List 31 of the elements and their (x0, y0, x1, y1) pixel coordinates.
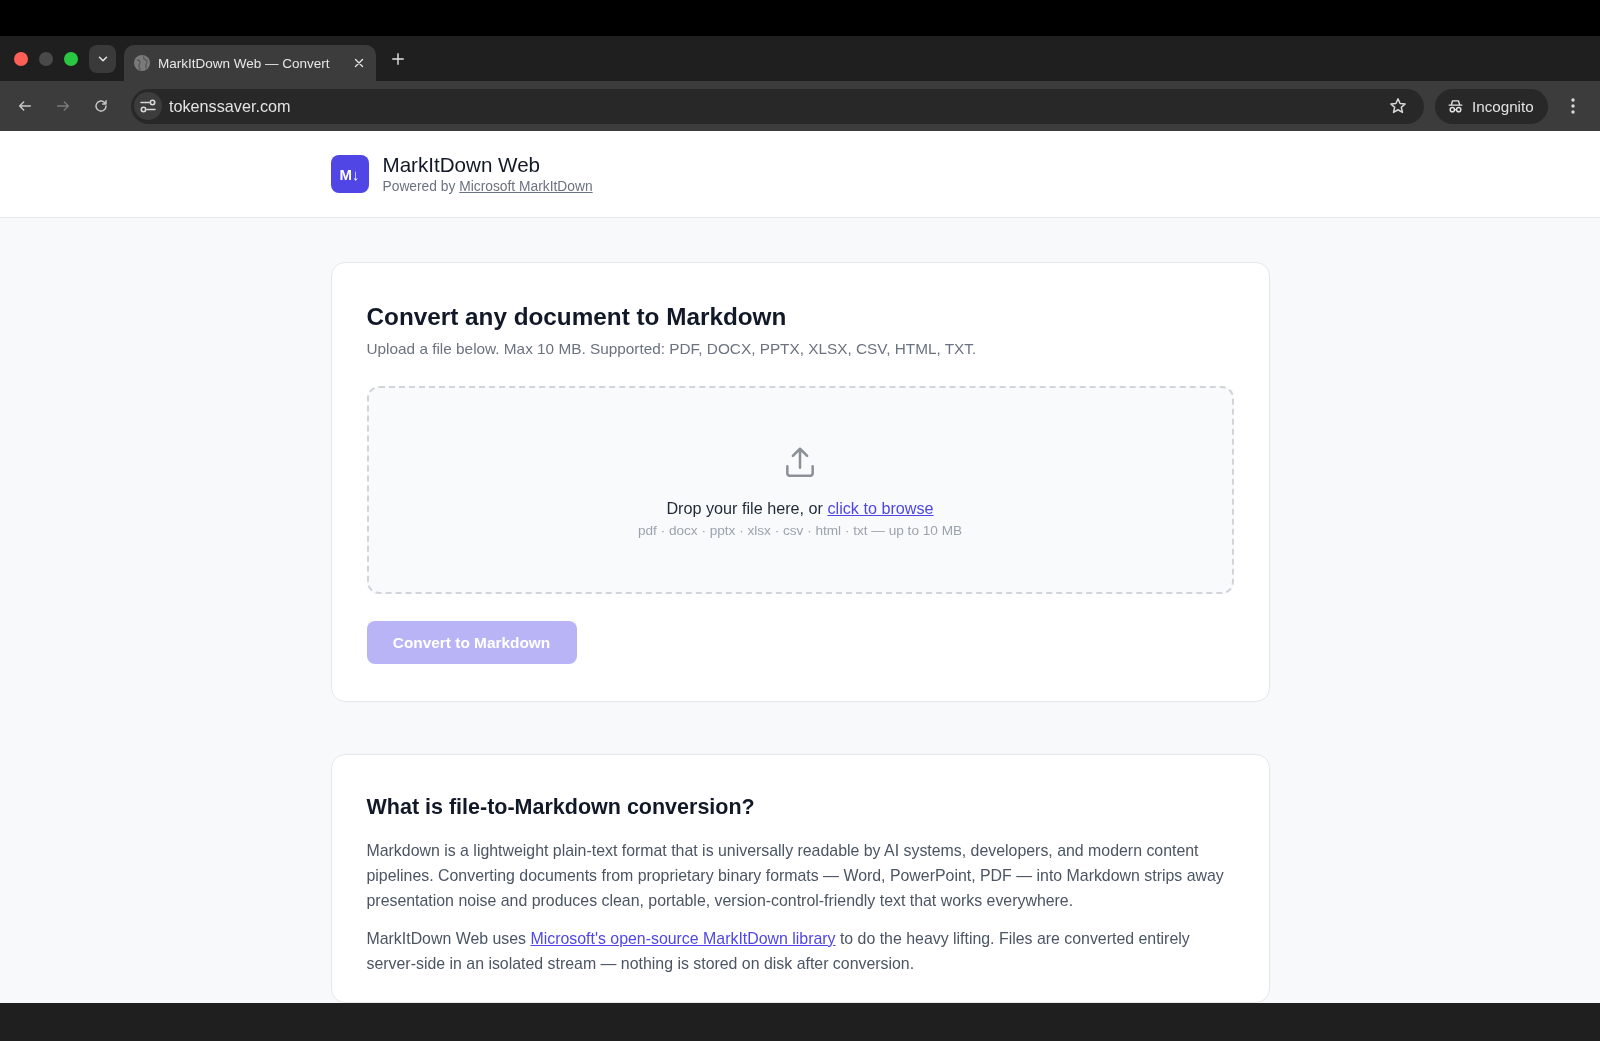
globe-icon (134, 55, 150, 71)
address-bar[interactable]: tokenssaver.com (131, 88, 1424, 124)
card-heading: Convert any document to Markdown (366, 302, 788, 332)
incognito-button[interactable]: Incognito (1435, 88, 1548, 124)
menu-icon[interactable] (1571, 98, 1575, 114)
card-description: Upload a file below. Max 10 MB. Supported: PDF, DOCX, PPTX, XLSX, CSV, HTML, TXT. (366, 339, 978, 359)
star-icon[interactable] (1389, 97, 1407, 115)
browser-tab[interactable]: MarkItDown Web — Convert (124, 45, 376, 81)
section-heading: What is file-to-Markdown conversion? (366, 794, 756, 821)
tab-search-button[interactable] (89, 45, 116, 73)
close-icon[interactable] (352, 56, 366, 70)
powered-by-text: Powered by Microsoft MarkItDown (382, 178, 593, 195)
library-link[interactable]: Microsoft's open-source MarkItDown library (530, 930, 836, 947)
paragraph-text: MarkItDown Web uses Microsoft's open-source MarkItDown library to do the heavy lifting. Files are converted entirely server-side in an isolated stream — nothing is stored on disk after conversion. (366, 929, 1191, 974)
file-dropzone[interactable]: Drop your file here, or click to browse pdf · docx · pptx · xlsx · csv · html · txt — up to 10 MB (366, 386, 1234, 594)
reload-icon[interactable] (93, 98, 109, 114)
maximize-window-icon[interactable] (64, 52, 78, 66)
tab-title: MarkItDown Web — Convert (158, 55, 331, 71)
site-settings-icon[interactable] (134, 92, 162, 120)
url-text: tokenssaver.com (169, 96, 291, 116)
app-logo: M↓ (330, 155, 369, 193)
close-window-icon[interactable] (14, 52, 28, 66)
format-hint-text: pdf · docx · pptx · xlsx · csv · html · txt — up to 10 MB (637, 522, 963, 540)
plus-icon[interactable] (391, 52, 405, 66)
markitdown-link[interactable]: Microsoft MarkItDown (459, 179, 593, 194)
incognito-icon (1447, 97, 1464, 115)
paragraph-text: Markdown is a lightweight plain-text format that is universally readable by AI systems, developers, and modern content pipelines. Converting documents from proprietary binary formats — Word, PowerPoint, PDF — into Markdown strips away presentation noise and produces clean, portable, version-control-friendly text that works everywhere. (366, 841, 1225, 911)
app-title: MarkItDown Web (382, 153, 542, 177)
drop-prompt-text: Drop your file here, or click to browse (666, 498, 934, 519)
back-arrow-icon[interactable] (17, 98, 33, 114)
browse-link[interactable]: click to browse (827, 499, 934, 517)
